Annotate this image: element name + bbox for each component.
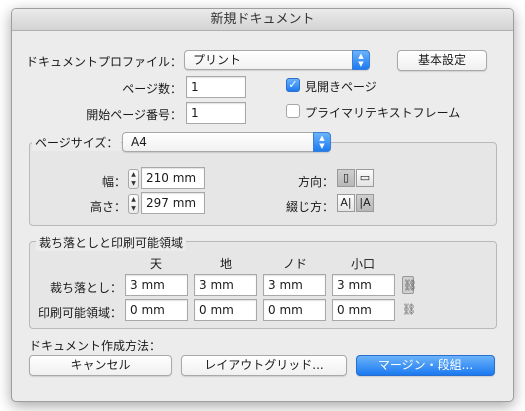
height-stepper[interactable]: ▲ ▼ xyxy=(128,194,139,214)
new-document-dialog: 新規ドキュメント ドキュメントプロファイル： プリント ▲ ▼ 基本設定 ページ数… xyxy=(11,8,514,402)
margins-columns-button[interactable]: マージン・段組... xyxy=(356,355,495,376)
primary-text-frame-checkbox[interactable] xyxy=(286,104,300,118)
profile-dropdown[interactable]: プリント ▲ ▼ xyxy=(184,50,370,70)
page-size-value: A4 xyxy=(131,135,147,149)
landscape-orientation-icon[interactable]: ▭ xyxy=(356,169,374,187)
up-down-arrows-icon: ▲ ▼ xyxy=(313,132,331,152)
height-label: 高さ： xyxy=(89,200,126,214)
binding-label: 綴じ方： xyxy=(285,200,334,214)
orientation-label: 方向： xyxy=(297,175,334,189)
left-to-right-binding-icon[interactable]: A| xyxy=(337,194,355,212)
slug-inside-input[interactable]: 0 mm xyxy=(263,299,326,321)
basic-settings-button[interactable]: 基本設定 xyxy=(397,50,487,71)
column-inside-label: ノド xyxy=(283,257,308,271)
start-page-input[interactable]: 1 xyxy=(186,102,246,124)
column-outside-label: 小口 xyxy=(351,257,376,271)
up-down-arrows-icon: ▲ ▼ xyxy=(352,50,370,70)
bleed-top-input[interactable]: 3 mm xyxy=(125,274,188,296)
stepper-arrows-icon: ▲ ▼ xyxy=(131,171,136,187)
width-label: 幅： xyxy=(101,175,126,189)
slug-label: 印刷可能領域： xyxy=(37,306,122,320)
bleed-bottom-input[interactable]: 3 mm xyxy=(194,274,257,296)
bleed-outside-input[interactable]: 3 mm xyxy=(332,274,395,296)
chain-link-icon[interactable]: ⛓ xyxy=(402,301,416,319)
chain-link-icon[interactable]: ⛓ xyxy=(402,276,417,294)
portrait-orientation-icon[interactable]: ▯ xyxy=(337,169,355,187)
page-size-label: ページサイズ： xyxy=(32,134,122,151)
start-page-label: 開始ページ番号： xyxy=(86,108,182,122)
column-bottom-label: 地 xyxy=(220,257,233,271)
page-size-dropdown[interactable]: A4 ▲ ▼ xyxy=(122,132,331,152)
bleed-inside-input[interactable]: 3 mm xyxy=(263,274,326,296)
primary-text-frame-label: プライマリテキストフレーム xyxy=(305,106,461,120)
width-input[interactable]: 210 mm xyxy=(141,167,205,189)
create-method-label: ドキュメント作成方法： xyxy=(29,339,162,353)
bleed-slug-legend: 裁ち落としと印刷可能領域 xyxy=(36,234,187,251)
facing-pages-checkbox[interactable]: ✓ xyxy=(286,78,300,92)
width-stepper[interactable]: ▲ ▼ xyxy=(128,169,139,189)
slug-outside-input[interactable]: 0 mm xyxy=(332,299,395,321)
facing-pages-label: 見開きページ xyxy=(305,80,377,94)
dialog-title: 新規ドキュメント xyxy=(12,9,513,31)
profile-value: プリント xyxy=(193,53,242,67)
profile-label: ドキュメントプロファイル： xyxy=(25,55,182,69)
slug-top-input[interactable]: 0 mm xyxy=(125,299,188,321)
height-input[interactable]: 297 mm xyxy=(141,192,205,214)
bleed-label: 裁ち落とし： xyxy=(49,281,122,295)
pages-input[interactable]: 1 xyxy=(186,76,246,98)
slug-bottom-input[interactable]: 0 mm xyxy=(194,299,257,321)
cancel-button[interactable]: キャンセル xyxy=(29,355,172,376)
column-top-label: 天 xyxy=(150,257,163,271)
stepper-arrows-icon: ▲ ▼ xyxy=(131,196,136,212)
layout-grid-button[interactable]: レイアウトグリッド... xyxy=(181,355,347,376)
checkmark-icon: ✓ xyxy=(288,78,298,91)
right-to-left-binding-icon[interactable]: |A xyxy=(356,194,374,212)
pages-label: ページ数： xyxy=(122,82,182,96)
